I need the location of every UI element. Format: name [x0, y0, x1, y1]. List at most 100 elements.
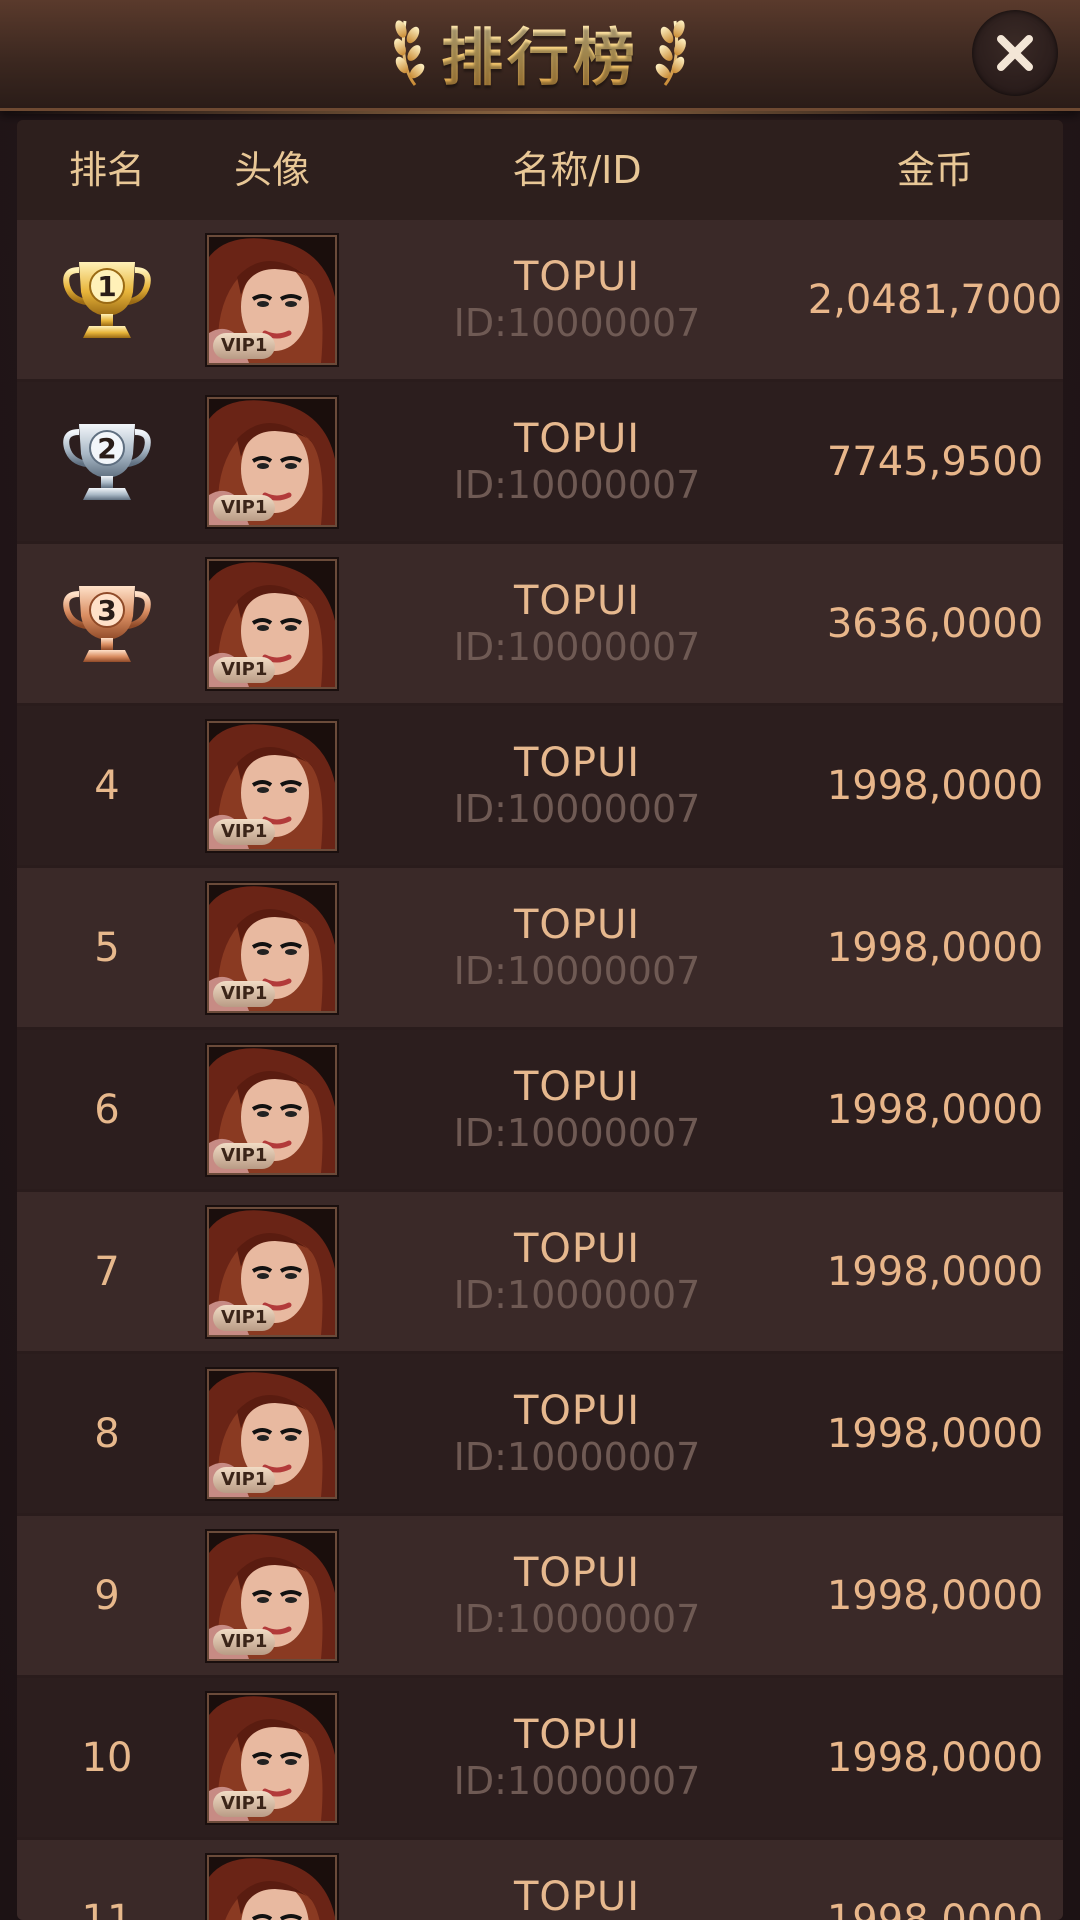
player-id: ID:10000007 [453, 1434, 701, 1479]
avatar-cell: VIP1 [197, 382, 347, 541]
laurel-right-icon [655, 20, 686, 86]
vip-badge: VIP1 [213, 332, 276, 359]
avatar[interactable]: VIP1 [207, 720, 337, 851]
name-id-cell: TOPUI ID:10000007 [347, 1840, 807, 1920]
player-id: ID:10000007 [453, 624, 701, 669]
avatar[interactable]: VIP1 [207, 396, 337, 527]
player-id: ID:10000007 [453, 948, 701, 993]
coin-amount: 1998,0000 [826, 1248, 1044, 1295]
column-header-rank: 排名 [68, 148, 145, 192]
rank-number: 9 [94, 1572, 120, 1619]
avatar[interactable]: VIP1 [207, 1854, 337, 1920]
table-row[interactable]: 9 VIP1 TOPUI ID:10000007 1998,0000 [17, 1516, 1063, 1675]
table-header: 排名 头像 名称/ID 金币 [17, 120, 1063, 220]
coins-cell: 1998,0000 [807, 1192, 1063, 1351]
table-row[interactable]: 8 VIP1 TOPUI ID:10000007 1998,0000 [17, 1354, 1063, 1513]
player-id: ID:10000007 [453, 1758, 701, 1803]
name-id-cell: TOPUI ID:10000007 [347, 382, 807, 541]
avatar[interactable]: VIP1 [207, 1368, 337, 1499]
table-row[interactable]: 3 VIP1 TOPUI ID:10000007 3636,0000 [17, 544, 1063, 703]
bronze-trophy-icon: 3 [63, 585, 151, 662]
coin-amount: 1998,0000 [826, 1572, 1044, 1619]
rank-cell: 6 [17, 1030, 197, 1189]
player-id: ID:10000007 [453, 1110, 701, 1155]
page-title: 排行榜 [441, 7, 639, 97]
player-name: TOPUI [513, 415, 641, 462]
rank-number: 11 [81, 1896, 133, 1920]
table-row[interactable]: 7 VIP1 TOPUI ID:10000007 1998,0000 [17, 1192, 1063, 1351]
player-id: ID:10000007 [453, 1596, 701, 1641]
avatar-cell: VIP1 [197, 220, 347, 379]
player-name: TOPUI [513, 1711, 641, 1758]
rank-number: 7 [94, 1248, 120, 1295]
rank-cell: 10 [17, 1678, 197, 1837]
avatar[interactable]: VIP1 [207, 1692, 337, 1823]
gold-trophy-icon: 1 [63, 261, 151, 338]
avatar-cell: VIP1 [197, 1354, 347, 1513]
leaderboard-table: 排名 头像 名称/ID 金币 1 VIP1 TOPUI ID:10000007 … [17, 120, 1063, 1920]
vip-badge: VIP1 [213, 656, 276, 683]
table-row[interactable]: 2 VIP1 TOPUI ID:10000007 7745,9500 [17, 382, 1063, 541]
coins-cell: 1998,0000 [807, 1354, 1063, 1513]
avatar[interactable]: VIP1 [207, 1044, 337, 1175]
name-id-cell: TOPUI ID:10000007 [347, 1192, 807, 1351]
table-row[interactable]: 11 VIP1 TOPUI [17, 1840, 1063, 1920]
coin-amount: 1998,0000 [826, 1896, 1044, 1920]
name-id-cell: TOPUI ID:10000007 [347, 1678, 807, 1837]
player-id: ID:10000007 [453, 786, 701, 831]
coins-cell: 1998,0000 [807, 1840, 1063, 1920]
avatar[interactable]: VIP1 [207, 558, 337, 689]
rank-cell: 3 [17, 544, 197, 703]
coins-cell: 7745,9500 [807, 382, 1063, 541]
header-bar: 排行榜 [0, 0, 1080, 114]
name-id-cell: TOPUI ID:10000007 [347, 1030, 807, 1189]
rank-cell: 11 [17, 1840, 197, 1920]
coins-cell: 3636,0000 [807, 544, 1063, 703]
name-id-cell: TOPUI ID:10000007 [347, 1516, 807, 1675]
table-row[interactable]: 6 VIP1 TOPUI ID:10000007 1998,0000 [17, 1030, 1063, 1189]
rank-cell: 1 [17, 220, 197, 379]
table-row[interactable]: 10 VIP1 TOPUI ID:10000007 1998,0000 [17, 1678, 1063, 1837]
avatar-cell: VIP1 [197, 868, 347, 1027]
coins-cell: 1998,0000 [807, 1030, 1063, 1189]
avatar-cell: VIP1 [197, 1678, 347, 1837]
avatar[interactable]: VIP1 [207, 882, 337, 1013]
vip-badge: VIP1 [213, 1304, 276, 1331]
table-row[interactable]: 1 VIP1 TOPUI ID:10000007 2,0481,7000 [17, 220, 1063, 379]
vip-badge: VIP1 [213, 818, 276, 845]
trophy-rank-number: 3 [97, 594, 116, 627]
close-button[interactable] [972, 10, 1058, 96]
player-id: ID:10000007 [453, 462, 701, 507]
trophy-rank-number: 1 [97, 270, 116, 303]
rank-cell: 7 [17, 1192, 197, 1351]
vip-badge: VIP1 [213, 1790, 276, 1817]
coin-amount: 1998,0000 [826, 1410, 1044, 1457]
player-name: TOPUI [513, 577, 641, 624]
avatar-cell: VIP1 [197, 544, 347, 703]
table-row[interactable]: 5 VIP1 TOPUI ID:10000007 1998,0000 [17, 868, 1063, 1027]
leaderboard-screen: 排行榜 排名 头像 名称/ID 金币 1 VIP1 TOPUI ID:10000… [0, 0, 1080, 1920]
rank-number: 6 [94, 1086, 120, 1133]
coins-cell: 1998,0000 [807, 1678, 1063, 1837]
coin-amount: 1998,0000 [826, 1734, 1044, 1781]
avatar-cell: VIP1 [197, 1030, 347, 1189]
avatar-cell: VIP1 [197, 1192, 347, 1351]
avatar-cell: VIP1 [197, 706, 347, 865]
rank-cell: 8 [17, 1354, 197, 1513]
rank-cell: 4 [17, 706, 197, 865]
title-group: 排行榜 [0, 0, 1080, 104]
player-id: ID:10000007 [453, 300, 701, 345]
coin-amount: 3636,0000 [826, 600, 1044, 647]
avatar[interactable]: VIP1 [207, 1530, 337, 1661]
rank-number: 8 [94, 1410, 120, 1457]
rank-cell: 2 [17, 382, 197, 541]
trophy-rank-number: 2 [97, 432, 116, 465]
avatar[interactable]: VIP1 [207, 1206, 337, 1337]
name-id-cell: TOPUI ID:10000007 [347, 868, 807, 1027]
rank-cell: 5 [17, 868, 197, 1027]
table-row[interactable]: 4 VIP1 TOPUI ID:10000007 1998,0000 [17, 706, 1063, 865]
coin-amount: 1998,0000 [826, 924, 1044, 971]
laurel-left-icon [394, 20, 425, 86]
name-id-cell: TOPUI ID:10000007 [347, 706, 807, 865]
avatar[interactable]: VIP1 [207, 234, 337, 365]
